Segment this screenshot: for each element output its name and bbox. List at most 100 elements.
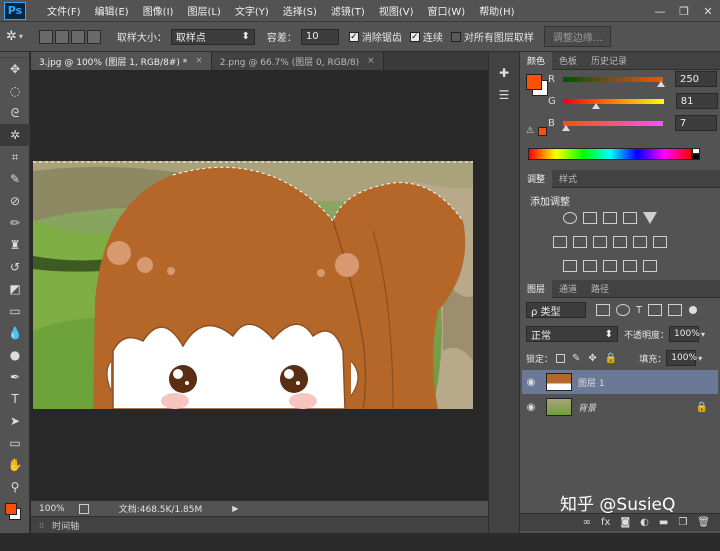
lock-pixels-icon[interactable]: ✎ (572, 353, 580, 364)
pen-icon[interactable]: ✒ (0, 366, 30, 388)
threshold-icon[interactable] (603, 260, 617, 272)
lock-position-icon[interactable]: ✥ (588, 353, 596, 364)
layer-filter-select[interactable]: ρ 类型 (526, 302, 586, 318)
tab-color[interactable]: 颜色 (520, 51, 553, 70)
filter-type-icon[interactable]: T (636, 305, 642, 316)
shape-icon[interactable]: ▭ (0, 432, 30, 454)
status-menu-arrow-icon[interactable]: ▶ (232, 504, 238, 513)
actions-panel-icon[interactable]: ✚ (489, 62, 519, 84)
opacity-input[interactable]: 100% (669, 326, 700, 342)
menu-filter[interactable]: 滤镜(T) (324, 3, 372, 18)
menu-file[interactable]: 文件(F) (40, 3, 88, 18)
red-slider-thumb[interactable] (656, 80, 665, 87)
path-select-icon[interactable]: ➤ (0, 410, 30, 432)
timeline-label[interactable]: 时间轴 (52, 519, 79, 532)
gradient-map-icon[interactable] (643, 260, 657, 272)
tab-adjustments[interactable]: 调整 (520, 169, 553, 188)
zoom-icon[interactable]: ⚲ (0, 476, 30, 498)
lock-transparent-icon[interactable] (556, 353, 566, 363)
tab-layers[interactable]: 图层 (520, 279, 553, 298)
red-slider[interactable] (562, 76, 665, 87)
green-value-input[interactable]: 81 (675, 93, 718, 109)
tab-swatches[interactable]: 色板 (552, 52, 584, 70)
layer-name[interactable]: 图层 1 (578, 376, 605, 389)
tab-channels[interactable]: 通道 (552, 280, 584, 298)
levels-icon[interactable] (583, 212, 597, 224)
color-spectrum-bar[interactable] (528, 148, 692, 160)
fill-arrow-icon[interactable]: ▾ (698, 354, 702, 363)
invert-icon[interactable] (563, 260, 577, 272)
blur-icon[interactable]: 💧 (0, 322, 30, 344)
vibrance-icon[interactable] (643, 212, 657, 224)
layer-name[interactable]: 背景 (578, 401, 596, 414)
close-window-button[interactable]: ✕ (696, 0, 720, 22)
tab-doc-2[interactable]: 2.png @ 66.7% (图层 0, RGB/8) × (211, 52, 384, 70)
posterize-icon[interactable] (583, 260, 597, 272)
document-image[interactable] (33, 161, 473, 409)
new-selection-icon[interactable] (38, 29, 53, 44)
photo-filter-icon[interactable] (613, 236, 627, 248)
curves-icon[interactable] (603, 212, 617, 224)
layer-style-icon[interactable]: fx (601, 517, 610, 528)
visibility-eye-icon[interactable]: ◉ (522, 377, 540, 388)
layer-row-background[interactable]: ◉ 背景 🔒 (522, 395, 718, 419)
marquee-icon[interactable]: ◌ (0, 80, 30, 102)
brush-preset-panel-icon[interactable]: ☰ (489, 84, 519, 106)
color-balance-icon[interactable] (573, 236, 587, 248)
filter-pixel-icon[interactable] (596, 304, 610, 316)
subtract-selection-icon[interactable] (70, 29, 85, 44)
tab-doc-1[interactable]: 3.jpg @ 100% (图层 1, RGB/8#) * × (31, 52, 212, 70)
new-layer-icon[interactable]: ❐ (678, 517, 687, 528)
contiguous-checkbox[interactable]: ✓ (409, 31, 420, 42)
filter-toggle-icon[interactable] (689, 306, 698, 314)
black-white-icon[interactable] (593, 236, 607, 248)
add-selection-icon[interactable] (54, 29, 69, 44)
menu-select[interactable]: 选择(S) (276, 3, 324, 18)
new-adjustment-icon[interactable]: ◐ (640, 517, 649, 528)
hand-icon[interactable]: ✋ (0, 454, 30, 476)
brightness-icon[interactable] (563, 212, 577, 224)
tab-styles[interactable]: 样式 (552, 170, 584, 188)
tab-close-icon[interactable]: × (195, 56, 203, 66)
crop-icon[interactable]: ⌗ (0, 146, 30, 168)
menu-help[interactable]: 帮助(H) (472, 3, 521, 18)
layer-thumbnail[interactable] (546, 373, 572, 391)
filter-adjust-icon[interactable] (616, 304, 630, 316)
intersect-selection-icon[interactable] (86, 29, 101, 44)
gradient-icon[interactable]: ▭ (0, 300, 30, 322)
sample-size-select[interactable]: 取样点 ⬍ (170, 28, 255, 45)
eyedropper-icon[interactable]: ✎ (0, 168, 30, 190)
blue-value-input[interactable]: 7 (674, 115, 717, 131)
hue-saturation-icon[interactable] (553, 236, 567, 248)
channel-mixer-icon[interactable] (633, 236, 647, 248)
tab-history[interactable]: 历史记录 (584, 52, 634, 70)
menu-view[interactable]: 视图(V) (372, 3, 421, 18)
panel-foreground-swatch[interactable] (526, 74, 542, 90)
timeline-panel[interactable]: ⁞⁞ 时间轴 (31, 516, 488, 533)
new-group-icon[interactable]: ▬ (659, 517, 668, 528)
tab-close-icon[interactable]: × (367, 56, 375, 66)
magic-wand-icon[interactable]: ✲ (0, 124, 30, 146)
link-layers-icon[interactable]: ∞ (583, 517, 591, 528)
visibility-eye-icon[interactable]: ◉ (522, 402, 540, 413)
menu-edit[interactable]: 编辑(E) (88, 3, 136, 18)
add-mask-icon[interactable]: ◙ (620, 517, 630, 528)
lock-all-icon[interactable]: 🔒 (605, 353, 617, 364)
exposure-icon[interactable] (623, 212, 637, 224)
zoom-level[interactable]: 100% (39, 504, 65, 514)
layer-row-layer1[interactable]: ◉ 图层 1 (522, 370, 718, 394)
blue-slider[interactable] (561, 120, 663, 131)
foreground-color-swatch[interactable] (5, 503, 17, 515)
tool-preset-chevron-icon[interactable]: ▾ (19, 32, 23, 41)
all-layers-checkbox[interactable] (450, 31, 461, 42)
healing-icon[interactable]: ⊘ (0, 190, 30, 212)
history-brush-icon[interactable]: ↺ (0, 256, 30, 278)
menu-type[interactable]: 文字(Y) (228, 3, 276, 18)
green-slider[interactable] (563, 98, 664, 109)
tab-paths[interactable]: 路径 (584, 280, 616, 298)
opacity-arrow-icon[interactable]: ▾ (701, 330, 705, 339)
delete-layer-icon[interactable]: 🗑 (697, 517, 710, 528)
blend-mode-select[interactable]: 正常 ⬍ (526, 326, 618, 342)
dodge-icon[interactable]: ● (0, 344, 30, 366)
move-icon[interactable]: ✥ (0, 58, 30, 80)
